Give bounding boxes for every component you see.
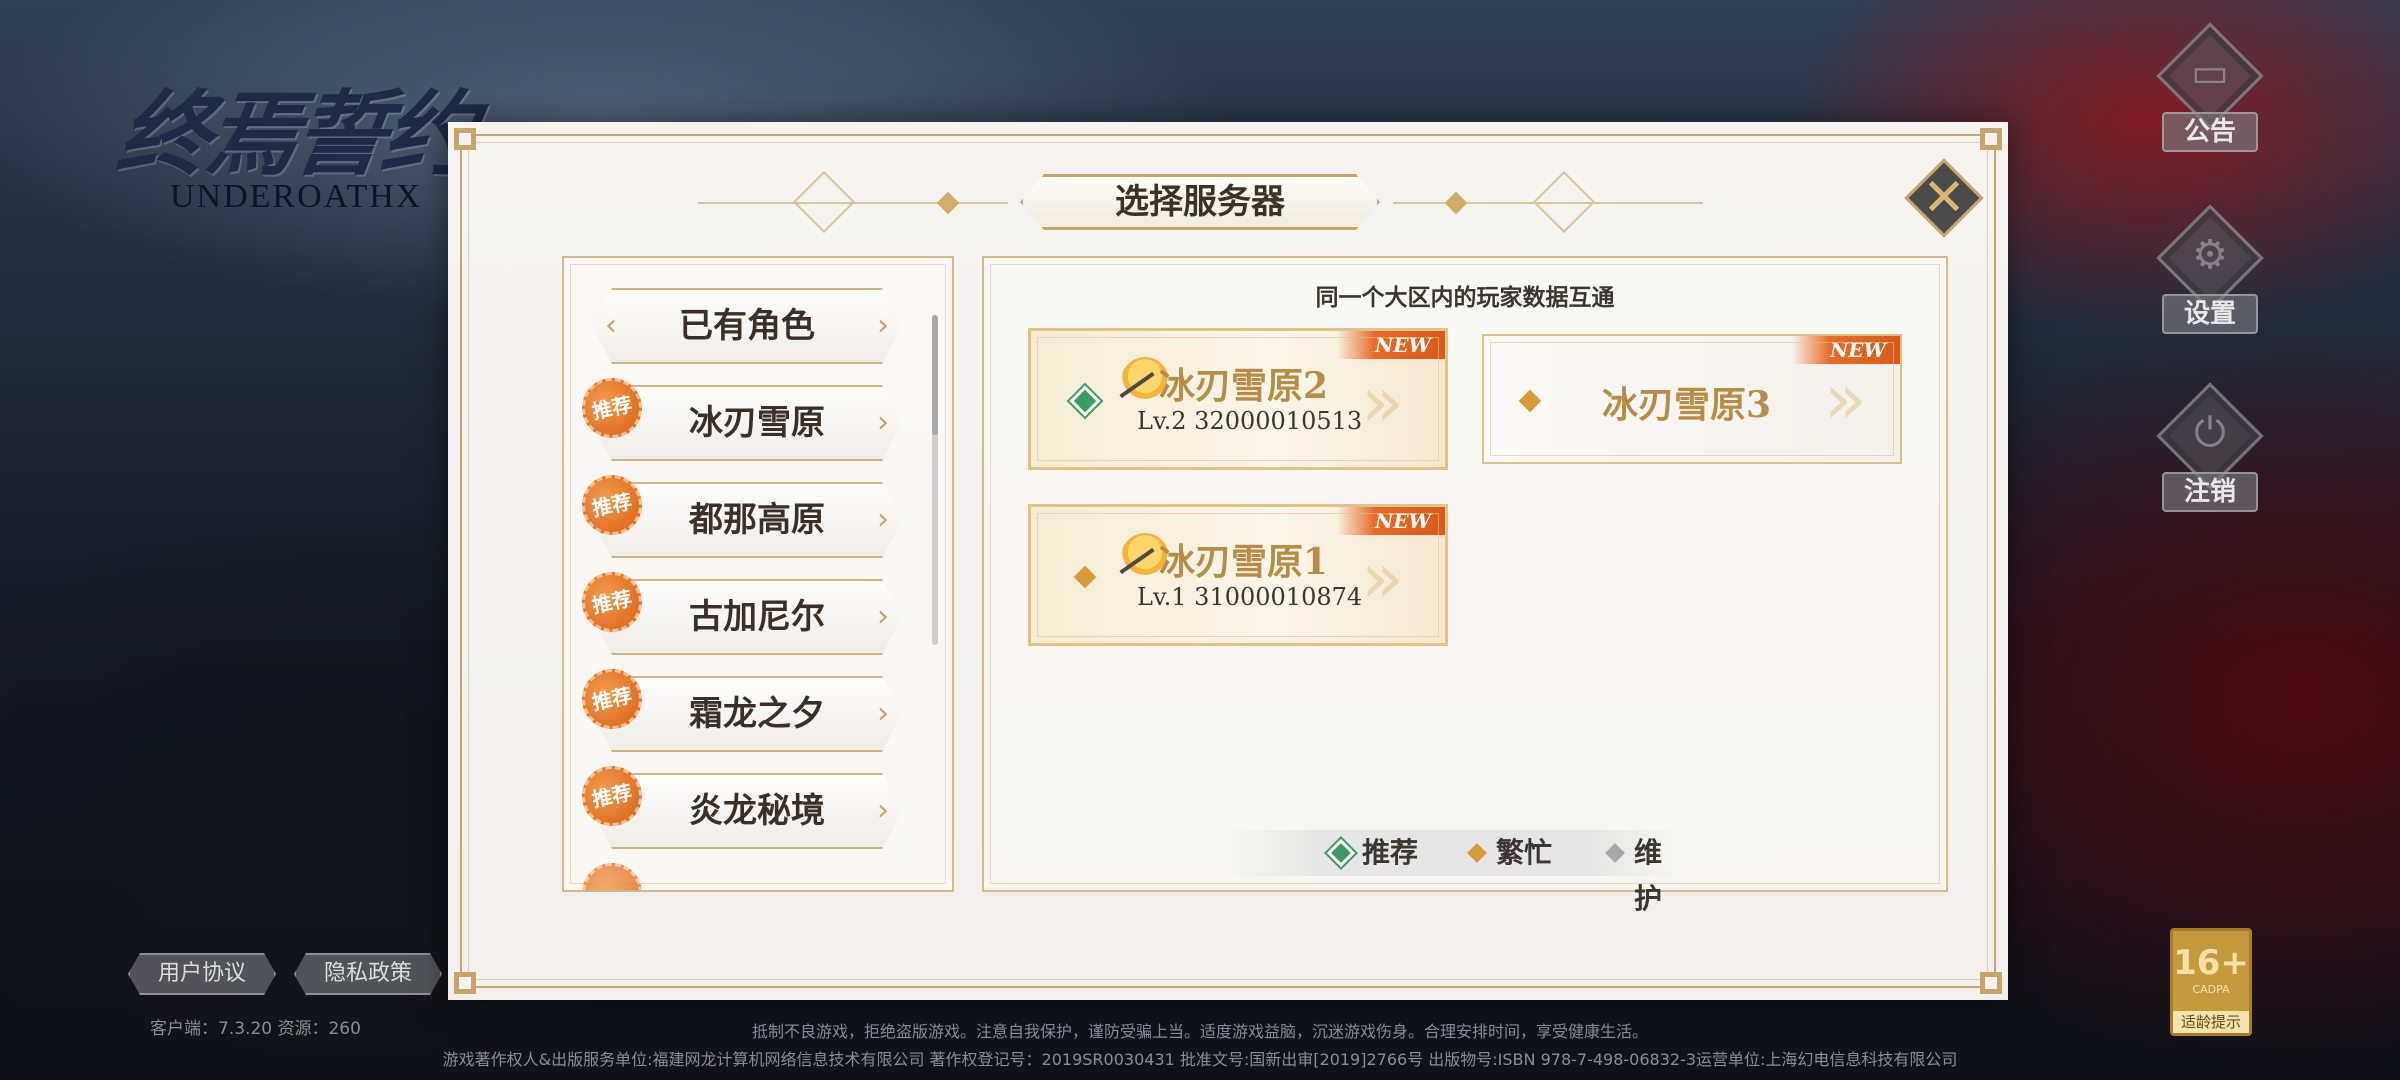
announcement-button[interactable]: ▭ 公告 <box>2140 22 2280 182</box>
status-recommended-icon <box>1073 389 1097 413</box>
corner-ornament <box>1980 972 2002 994</box>
character-avatar-icon <box>1121 533 1169 581</box>
region-list[interactable]: ‹ › 已有角色 ‹ › 冰刃雪原 推荐 ‹ › 都那高原 推荐 ‹ › 古加尼… <box>562 256 954 892</box>
age-rating-value: 16+ <box>2173 943 2249 983</box>
server-card[interactable]: NEW 冰刃雪原3 » <box>1482 334 1902 464</box>
card-chevron-icon: » <box>1361 537 1404 619</box>
legend-busy: 繁忙 <box>1496 836 1553 869</box>
scroll-thumb[interactable] <box>932 315 938 435</box>
chevron-right-icon: › <box>877 502 889 537</box>
status-busy-icon <box>1518 389 1542 413</box>
privacy-policy-link[interactable]: 隐私政策 <box>294 953 442 995</box>
corner-ornament <box>454 972 476 994</box>
gear-icon: ⚙ <box>2192 232 2228 278</box>
server-name: 冰刃雪原1 <box>1159 541 1329 583</box>
health-notice: 抵制不良游戏，拒绝盗版游戏。注意自我保护，谨防受骗上当。适度游戏益脑，沉迷游戏伤… <box>751 1022 1648 1041</box>
server-panel: 同一个大区内的玩家数据互通 NEW 冰刃雪原2 Lv.2 32000010513… <box>982 256 1948 915</box>
age-rating-tip: 适龄提示 <box>2173 1011 2249 1033</box>
server-name: 冰刃雪原2 <box>1159 365 1329 407</box>
user-agreement-link[interactable]: 用户协议 <box>128 953 276 995</box>
region-label: 已有角色 <box>679 306 815 346</box>
corner-ornament <box>1980 128 2002 150</box>
server-card[interactable]: NEW 冰刃雪原2 Lv.2 32000010513 » <box>1028 328 1448 470</box>
close-icon: ✕ <box>1922 168 1966 228</box>
maintenance-legend-icon <box>1605 843 1625 863</box>
new-tag: NEW <box>1337 331 1445 359</box>
card-chevron-icon: » <box>1361 361 1404 443</box>
server-card[interactable]: NEW 冰刃雪原1 Lv.1 31000010874 » <box>1028 504 1448 646</box>
logout-button[interactable]: ⏻ 注销 <box>2140 382 2280 542</box>
recommended-badge-partial <box>576 857 648 890</box>
chevron-right-icon: › <box>877 599 889 634</box>
legend-maintenance: 维护 <box>1634 836 1663 915</box>
chevron-right-icon: › <box>877 308 889 343</box>
chevron-right-icon: › <box>877 696 889 731</box>
legend-recommended: 推荐 <box>1362 836 1419 869</box>
age-rating-badge[interactable]: 16+ CADPA 适龄提示 <box>2170 928 2252 1036</box>
new-tag: NEW <box>1792 336 1900 364</box>
region-label: 冰刃雪原 <box>689 403 825 443</box>
status-legend: 推荐 繁忙 维护 <box>1224 830 1684 915</box>
settings-label: 设置 <box>2162 294 2258 334</box>
region-label: 都那高原 <box>689 500 825 540</box>
close-button[interactable]: ✕ <box>1904 158 1984 238</box>
server-name: 冰刃雪原3 <box>1602 384 1772 426</box>
server-select-dialog: 选择服务器 ✕ ‹ › 已有角色 ‹ › 冰刃雪原 推荐 ‹ › 都那高原 推荐… <box>448 122 2008 1000</box>
announcement-icon: ▭ <box>2191 50 2229 96</box>
region-label: 炎龙秘境 <box>689 791 825 831</box>
announcement-label: 公告 <box>2162 112 2258 152</box>
corner-ornament <box>454 128 476 150</box>
data-sharing-hint: 同一个大区内的玩家数据互通 <box>1315 284 1615 311</box>
character-avatar-icon <box>1121 357 1169 405</box>
region-label: 古加尼尔 <box>689 597 825 637</box>
character-level-id: Lv.1 31000010874 <box>1137 583 1363 611</box>
status-busy-icon <box>1073 565 1097 589</box>
logout-label: 注销 <box>2162 472 2258 512</box>
dialog-title: 选择服务器 <box>1020 174 1380 230</box>
logo-title-en: UNDEROATHX <box>170 178 423 215</box>
age-rating-org: CADPA <box>2192 983 2230 996</box>
recommended-legend-icon <box>1331 843 1351 863</box>
region-label: 霜龙之夕 <box>689 694 825 734</box>
chevron-right-icon: › <box>877 793 889 828</box>
settings-button[interactable]: ⚙ 设置 <box>2140 204 2280 364</box>
busy-legend-icon <box>1467 843 1487 863</box>
region-list-scrollbar[interactable] <box>932 315 938 645</box>
chevron-right-icon: › <box>877 405 889 440</box>
region-item-existing-characters[interactable]: ‹ › 已有角色 <box>592 288 902 364</box>
character-level-id: Lv.2 32000010513 <box>1137 407 1363 435</box>
new-tag: NEW <box>1337 507 1445 535</box>
card-chevron-icon: » <box>1824 358 1867 440</box>
chevron-left-icon: ‹ <box>605 308 617 343</box>
publisher-info: 游戏著作权人&出版服务单位:福建网龙计算机网络信息技术有限公司 著作权登记号：2… <box>442 1050 1958 1069</box>
power-icon: ⏻ <box>2194 410 2226 456</box>
